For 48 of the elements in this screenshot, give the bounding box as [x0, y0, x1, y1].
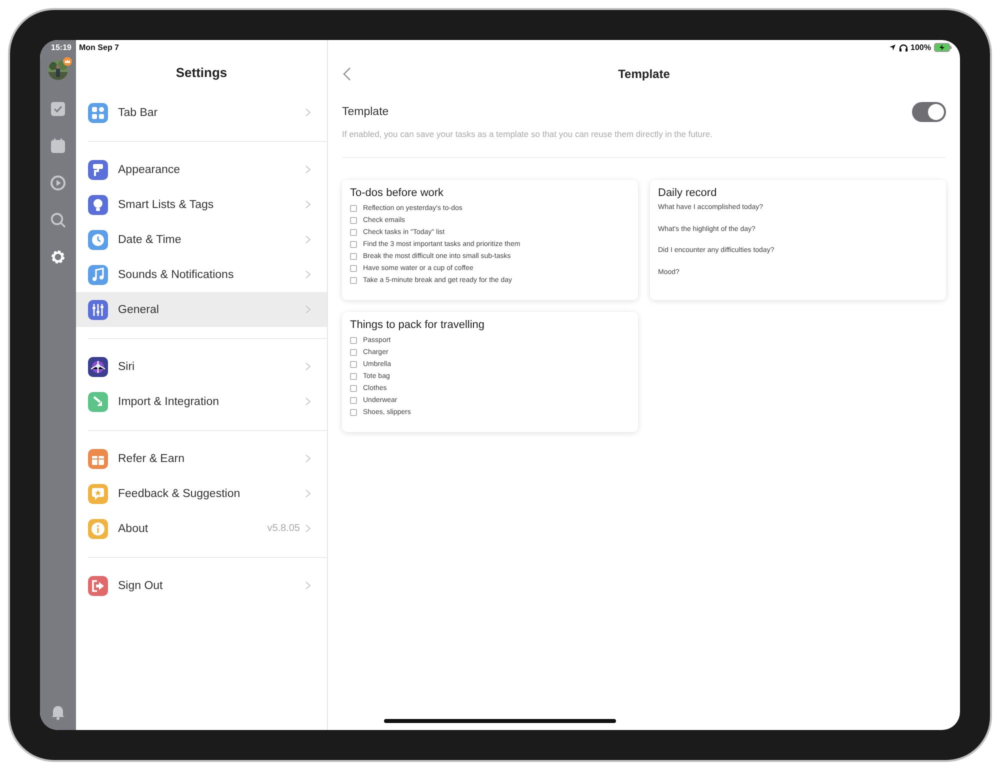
sidebar-item[interactable]: Refer & Earn — [76, 441, 327, 476]
battery-icon — [934, 43, 952, 52]
settings-icon[interactable] — [50, 249, 66, 265]
location-icon — [888, 44, 896, 51]
setting-description: If enabled, you can save your tasks as a template so that you can reuse them directly in the future. — [342, 129, 714, 139]
chevron-right-icon — [305, 235, 311, 244]
setting-label: Template — [342, 106, 389, 118]
toggle-switch[interactable] — [912, 102, 946, 122]
card-title: To-dos before work — [350, 187, 445, 199]
version-label: v5.8.05 — [267, 523, 300, 534]
status-date: Mon Sep 7 — [79, 43, 120, 52]
sidebar-item[interactable]: Siri — [76, 349, 327, 384]
status-time: 15:19 — [51, 43, 72, 52]
back-icon[interactable] — [342, 67, 351, 81]
sidebar-title: Settings — [174, 64, 228, 82]
sidebar-item[interactable]: Date & Time — [76, 222, 327, 257]
sidebar-item[interactable]: Tab Bar — [76, 95, 327, 130]
chevron-right-icon — [305, 581, 311, 590]
page-title: Template — [618, 67, 670, 81]
chevron-right-icon — [305, 454, 311, 463]
chevron-right-icon — [305, 524, 311, 533]
battery-percentage: 100% — [910, 43, 931, 52]
sidebar-item[interactable]: Feedback & Suggestion — [76, 476, 327, 511]
search-icon[interactable] — [50, 212, 66, 228]
card-title: Daily record — [658, 187, 718, 199]
sidebar-item[interactable]: Appearance — [76, 152, 327, 187]
calendar-icon[interactable] — [50, 138, 66, 154]
chevron-right-icon — [305, 165, 311, 174]
chevron-right-icon — [305, 305, 311, 314]
sidebar-item[interactable]: Sign Out — [76, 568, 327, 603]
sidebar-item[interactable]: Sounds & Notifications — [76, 257, 327, 292]
sidebar-item[interactable]: General — [76, 292, 327, 327]
bell-icon[interactable] — [50, 704, 66, 720]
chevron-right-icon — [305, 362, 311, 371]
chevron-right-icon — [305, 108, 311, 117]
chevron-right-icon — [305, 397, 311, 406]
crown-icon — [63, 57, 72, 66]
chevron-right-icon — [305, 489, 311, 498]
template-card[interactable] — [342, 180, 638, 300]
sidebar-item[interactable]: Smart Lists & Tags — [76, 187, 327, 222]
checkbox-icon[interactable] — [50, 101, 66, 117]
headphones-icon — [898, 44, 908, 52]
sidebar-item[interactable]: About v5.8.05 — [76, 511, 327, 546]
chevron-right-icon — [305, 270, 311, 279]
play-icon[interactable] — [50, 175, 66, 191]
card-title: Things to pack for travelling — [350, 319, 486, 331]
chevron-right-icon — [305, 200, 311, 209]
sidebar-item[interactable]: Import & Integration — [76, 384, 327, 419]
